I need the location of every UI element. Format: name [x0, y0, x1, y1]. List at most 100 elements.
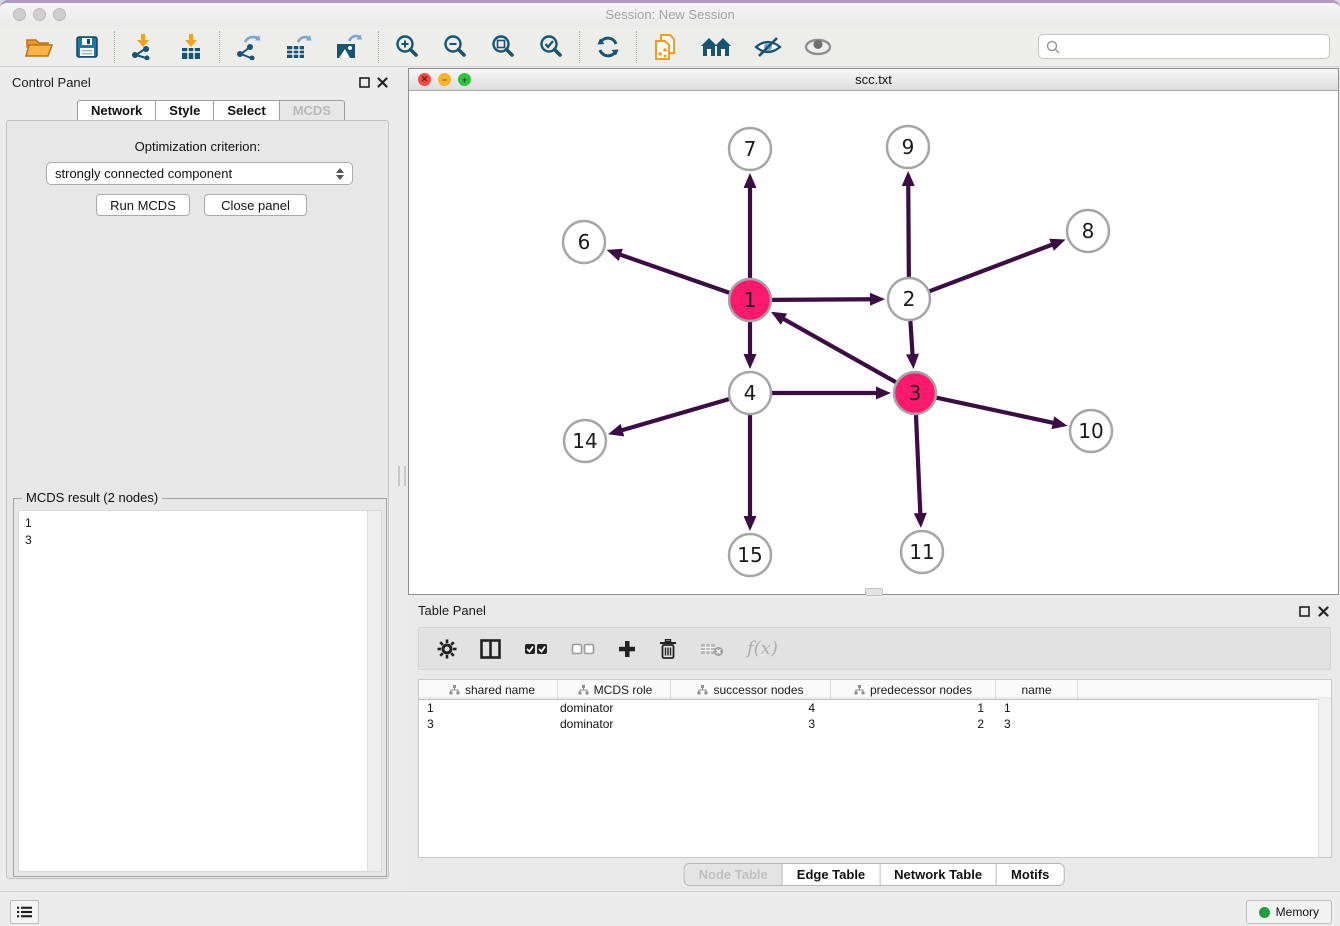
float-panel-icon[interactable] — [358, 76, 370, 88]
show-graphics-details-button[interactable] — [802, 33, 834, 61]
network-canvas[interactable]: 7968124314101511 — [409, 91, 1338, 594]
cell-predecessor-nodes[interactable]: 2 — [831, 717, 996, 731]
horizontal-splitter-grip[interactable] — [865, 588, 883, 596]
cell-mcds-role[interactable]: dominator — [558, 701, 671, 715]
search-icon — [1046, 40, 1060, 54]
copy-view-icon — [652, 33, 678, 61]
toolbar-search[interactable] — [1038, 34, 1330, 59]
cell-successor-nodes[interactable]: 3 — [671, 717, 831, 731]
cell-name[interactable]: 3 — [996, 717, 1078, 731]
table-row[interactable]: 1 dominator 4 1 1 — [419, 700, 1331, 716]
attribute-tree-icon — [854, 685, 865, 695]
tab-motifs[interactable]: Motifs — [997, 864, 1063, 885]
close-table-panel-icon[interactable] — [1317, 605, 1329, 617]
zoom-fit-button[interactable] — [488, 32, 518, 62]
export-table-button[interactable] — [283, 32, 315, 62]
tab-mcds[interactable]: MCDS — [279, 100, 345, 122]
column-header-shared-name[interactable]: shared name — [419, 680, 558, 699]
tab-edge-table[interactable]: Edge Table — [783, 864, 880, 885]
cell-mcds-role[interactable]: dominator — [558, 717, 671, 731]
select-all-columns-button[interactable] — [522, 640, 550, 658]
column-header-mcds-role[interactable]: MCDS role — [558, 680, 671, 699]
cell-name[interactable]: 1 — [996, 701, 1078, 715]
save-session-button[interactable] — [73, 33, 101, 61]
export-network-button[interactable] — [233, 32, 265, 62]
tab-network-table[interactable]: Network Table — [880, 864, 997, 885]
status-bar: Memory — [0, 891, 1340, 926]
delete-column-button[interactable] — [657, 637, 679, 661]
run-mcds-button[interactable]: Run MCDS — [96, 194, 190, 216]
table-settings-button[interactable] — [435, 637, 459, 661]
result-scrollbar[interactable] — [367, 511, 381, 871]
delete-table-button[interactable] — [698, 639, 726, 659]
graph-node-label: 4 — [744, 381, 757, 405]
import-network-button[interactable] — [128, 32, 158, 62]
tab-node-table[interactable]: Node Table — [685, 864, 783, 885]
graph-node-label: 8 — [1082, 219, 1095, 243]
home-icon — [700, 35, 732, 59]
optimization-criterion-label: Optimization criterion: — [7, 139, 388, 154]
cell-shared-name[interactable]: 3 — [419, 717, 558, 731]
open-folder-icon — [25, 35, 53, 59]
split-view-icon — [480, 639, 501, 659]
copy-current-view-button[interactable] — [650, 31, 680, 63]
table-toolbar: f(x) — [418, 627, 1331, 670]
cell-successor-nodes[interactable]: 4 — [671, 701, 831, 715]
column-header-name[interactable]: name — [996, 680, 1078, 699]
panel-splitter-grip[interactable] — [398, 466, 406, 486]
criterion-select[interactable]: strongly connected component — [46, 162, 353, 185]
add-column-button[interactable] — [616, 638, 638, 660]
graph-node-label: 1 — [744, 288, 757, 312]
zoom-selected-button[interactable] — [536, 32, 566, 62]
graph-node-label: 10 — [1078, 419, 1103, 443]
column-header-predecessor-nodes[interactable]: predecessor nodes — [831, 680, 996, 699]
network-window-title: scc.txt — [409, 72, 1338, 87]
zoom-out-icon — [442, 34, 468, 60]
network-view-window: ✕ − + scc.txt 7968124314101511 — [408, 68, 1339, 595]
table-scrollbar[interactable] — [1318, 699, 1331, 857]
zoom-in-button[interactable] — [392, 32, 422, 62]
close-panel-button[interactable]: Close panel — [204, 194, 307, 216]
deselect-all-columns-button[interactable] — [569, 640, 597, 658]
tab-select[interactable]: Select — [213, 100, 278, 122]
attribute-tree-icon — [578, 685, 589, 695]
mcds-result-area[interactable]: 1 3 — [18, 510, 382, 872]
control-panel-tabs: Network Style Select MCDS — [77, 100, 345, 122]
split-view-button[interactable] — [478, 637, 503, 661]
export-table-icon — [285, 34, 313, 60]
search-input[interactable] — [1065, 39, 1322, 55]
import-network-icon — [130, 34, 156, 60]
tab-style[interactable]: Style — [155, 100, 213, 122]
refresh-icon — [595, 34, 621, 60]
hide-graphics-details-button[interactable] — [752, 33, 784, 61]
zoom-out-button[interactable] — [440, 32, 470, 62]
memory-status-icon — [1259, 907, 1270, 918]
table-panel-title: Table Panel — [418, 603, 486, 618]
graph-node-label: 3 — [909, 381, 922, 405]
import-table-button[interactable] — [176, 32, 206, 62]
save-icon — [75, 35, 99, 59]
mcds-result-line: 1 — [25, 515, 375, 532]
table-header-row: shared name MCDS role successor nodes pr… — [419, 680, 1331, 700]
refresh-view-button[interactable] — [593, 32, 623, 62]
export-image-button[interactable] — [333, 32, 365, 62]
home-button[interactable] — [698, 33, 734, 61]
attribute-tree-icon — [697, 685, 708, 695]
task-history-button[interactable] — [10, 900, 39, 924]
select-arrows-icon — [336, 168, 344, 180]
tab-network[interactable]: Network — [77, 100, 155, 122]
graph-node-label: 11 — [909, 540, 934, 564]
cell-predecessor-nodes[interactable]: 1 — [831, 701, 996, 715]
network-graph[interactable]: 7968124314101511 — [409, 91, 1338, 594]
memory-button[interactable]: Memory — [1246, 900, 1332, 924]
graph-node-label: 6 — [578, 230, 591, 254]
column-header-successor-nodes[interactable]: successor nodes — [671, 680, 831, 699]
float-table-panel-icon[interactable] — [1298, 605, 1310, 617]
criterion-selected-value: strongly connected component — [55, 166, 336, 181]
table-row[interactable]: 3 dominator 3 2 3 — [419, 716, 1331, 732]
open-session-button[interactable] — [23, 33, 55, 61]
cell-shared-name[interactable]: 1 — [419, 701, 558, 715]
column-header-filler — [1078, 680, 1331, 699]
close-panel-icon[interactable] — [376, 76, 388, 88]
function-builder-button[interactable]: f(x) — [745, 636, 780, 661]
